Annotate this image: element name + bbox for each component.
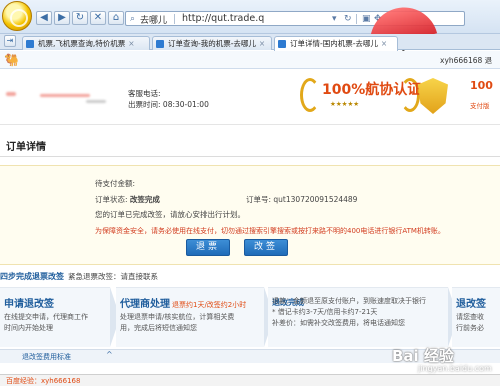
divider bbox=[174, 14, 175, 24]
search-engine-label: 去哪儿 bbox=[140, 16, 168, 26]
dropdown-icon[interactable]: ▾ bbox=[332, 14, 337, 24]
redacted-logo bbox=[86, 100, 106, 103]
tab-close-icon[interactable]: × bbox=[128, 39, 134, 48]
favicon-icon bbox=[26, 40, 34, 48]
refund-policy-link[interactable]: 退改签费用标准 bbox=[22, 352, 71, 362]
laurel-left-icon bbox=[300, 78, 320, 112]
chevron-up-icon[interactable]: ^ bbox=[106, 350, 113, 359]
order-detail-title: 订单详情 bbox=[6, 142, 46, 153]
favicon-icon bbox=[278, 40, 286, 48]
tab-menu-icon[interactable]: ⇥ bbox=[4, 35, 16, 47]
refund-button[interactable]: 退票 bbox=[186, 239, 230, 256]
stop-icon[interactable]: ✕ bbox=[90, 11, 106, 25]
back-icon[interactable]: ◀ bbox=[36, 11, 52, 25]
forward-icon[interactable]: ▶ bbox=[54, 11, 70, 25]
favicon-icon bbox=[156, 40, 164, 48]
order-number: 订单号: qut130720091524489 bbox=[246, 195, 358, 204]
baidu-watermark-url: jingyan.baidu.com bbox=[418, 364, 492, 373]
logout-link[interactable]: 退 bbox=[485, 56, 493, 65]
tab-label: 机票,飞机票查询,特价机票 bbox=[38, 39, 126, 48]
url-text[interactable]: http://qut.trade.q bbox=[182, 13, 264, 24]
step-body: 退款：金额退至原支付账户，到账速度取决于银行 * 借记卡约3-7天/信用卡约7-2… bbox=[272, 297, 426, 327]
home-icon[interactable]: ⌂ bbox=[108, 11, 124, 25]
plugin-icon[interactable]: ▣ bbox=[362, 14, 371, 24]
security-warning: 为保障资金安全，请务必使用在线支付，切勿通过搜索引擎搜索或按打来路不明的400电… bbox=[95, 227, 445, 235]
site-topbar: 🐫 xyh666168 退 bbox=[0, 51, 500, 69]
shield-icon bbox=[418, 78, 448, 114]
step-body: 在线提交申请，代理商工作 时间内开始处理 bbox=[4, 313, 88, 332]
steps-subtitle: 紧急退票改签：请直接联系 bbox=[68, 272, 158, 281]
tab-order-detail[interactable]: 订单详情-国内机票-去哪儿 × bbox=[274, 36, 398, 51]
change-button[interactable]: 改签 bbox=[244, 239, 288, 256]
amount-label: 待支付金额: bbox=[95, 179, 136, 188]
browser-toolbar: ◀ ▶ ↻ ✕ ⌂ ⌕ 去哪儿 http://qut.trade.q ▾ ↻ ▣… bbox=[0, 0, 500, 62]
refresh-small-icon[interactable]: ↻ bbox=[344, 14, 352, 24]
status-text: 百度经验：xyh666168 bbox=[6, 377, 81, 385]
tab-bar: ⇥ 机票,飞机票查询,特价机票 × 订单查询-我的机票-去哪儿 × 订单详情-国内机… bbox=[0, 34, 500, 51]
order-status: 订单状态: 改签完成 bbox=[95, 195, 160, 204]
service-phone: 客服电话: bbox=[128, 89, 161, 98]
step-body: 处理退票申请/核实航位，计算相关费 用，完成后将短信通知您 bbox=[120, 313, 235, 332]
divider bbox=[0, 156, 500, 157]
step-title: 申请退改签 bbox=[4, 299, 54, 310]
qunar-camel-logo-icon[interactable]: 🐫 bbox=[4, 53, 19, 67]
baidu-watermark: Bai 经验 bbox=[392, 347, 454, 365]
completed-message: 您的订单已完成改签，请放心安排出行计划。 bbox=[95, 210, 245, 219]
refresh-icon[interactable]: ↻ bbox=[72, 11, 88, 25]
tab-close-icon[interactable]: × bbox=[381, 39, 387, 48]
payment-badge: 100 bbox=[470, 79, 493, 92]
step-body: 请您查收 行前务必 bbox=[456, 313, 484, 332]
search-icon: ⌕ bbox=[130, 14, 136, 24]
redacted-logo bbox=[6, 92, 16, 96]
tab-label: 订单详情-国内机票-去哪儿 bbox=[290, 39, 378, 48]
divider bbox=[356, 14, 357, 24]
tab-label: 订单查询-我的机票-去哪儿 bbox=[168, 39, 256, 48]
step-apply: 申请退改签 在线提交申请，代理商工作 时间内开始处理 bbox=[0, 287, 110, 347]
payment-badge-sub: 支付版 bbox=[470, 102, 490, 110]
certification-badge: 100%航协认证 bbox=[322, 82, 422, 98]
site-header: 客服电话: 出票时间: 08:30-01:00 100%航协认证 ★★★★★ 1… bbox=[0, 70, 500, 125]
tab-flights[interactable]: 机票,飞机票查询,特价机票 × bbox=[22, 36, 150, 50]
tab-close-icon[interactable]: × bbox=[259, 39, 265, 48]
browser-logo-icon[interactable] bbox=[2, 1, 32, 31]
step-agent: 代理商处理 退票约1天/改签约2小时 处理退票申请/核实航位，计算相关费 用，完成后… bbox=[116, 287, 264, 347]
redacted-logo bbox=[40, 94, 90, 97]
steps-title: 四步完成退票改签 紧急退票改签：请直接联系 bbox=[0, 272, 158, 281]
certification-sub: ★★★★★ bbox=[330, 100, 360, 108]
ticket-time: 出票时间: 08:30-01:00 bbox=[128, 100, 209, 109]
step-complete: 退改完成 退款：金额退至原支付账户，到账速度取决于银行 * 借记卡约3-7天/信用… bbox=[268, 287, 448, 347]
step-final: 退改签 请您查收 行前务必 bbox=[452, 287, 500, 347]
username[interactable]: xyh666168 退 bbox=[440, 55, 492, 66]
step-title: 退改签 bbox=[456, 299, 486, 310]
tab-order-query[interactable]: 订单查询-我的机票-去哪儿 × bbox=[152, 36, 272, 50]
step-title: 代理商处理 退票约1天/改签约2小时 bbox=[120, 299, 247, 310]
status-value: 改签完成 bbox=[129, 195, 160, 204]
